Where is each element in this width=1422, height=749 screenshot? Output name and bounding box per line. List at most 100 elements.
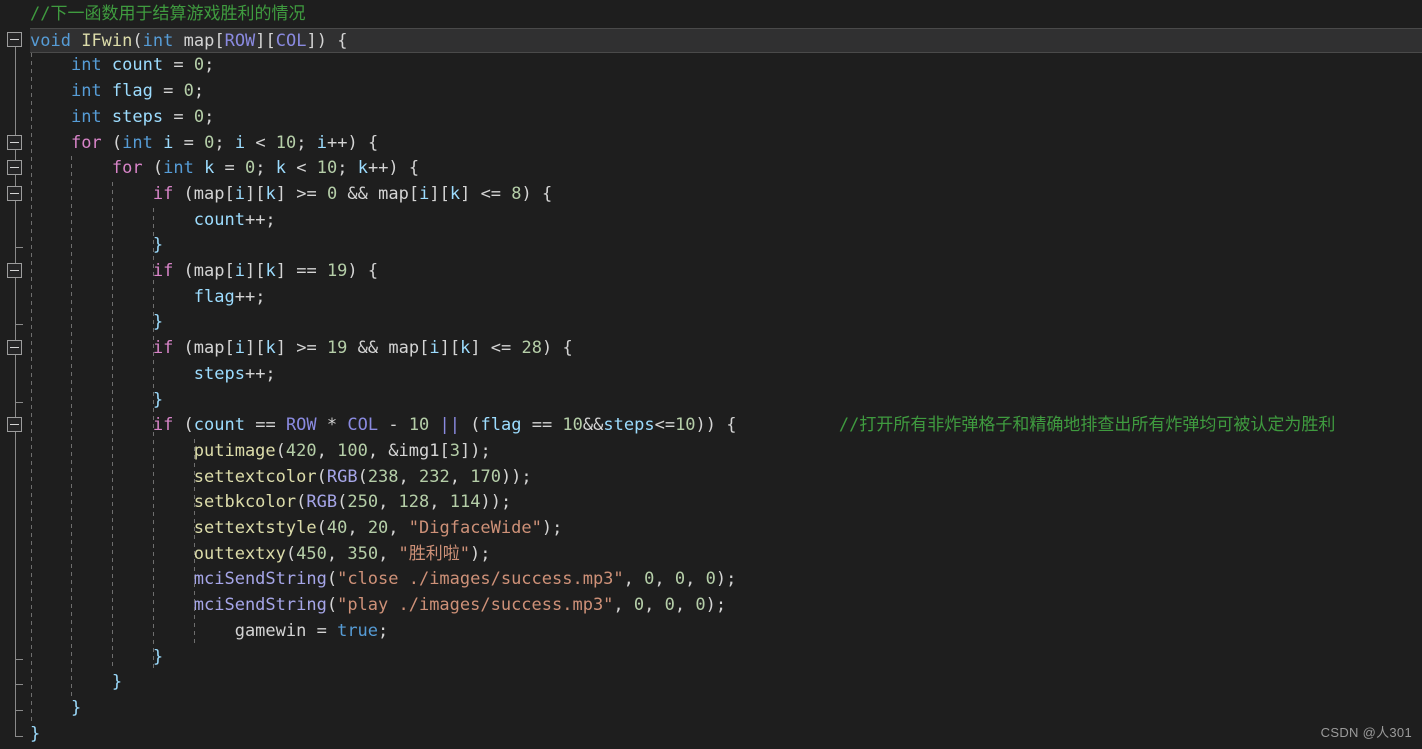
token: = [163,55,194,76]
token: true [337,620,379,641]
token: [ [224,183,235,204]
code-surface[interactable]: //下一函数用于结算游戏胜利的情况 void IFwin(int map[ROW]… [0,0,1422,749]
fold-toggle-line-14[interactable] [7,340,22,356]
code-line-text: if (map[i][k] == 19) { [30,259,378,285]
token: k [275,158,287,179]
token: map [193,183,225,204]
token: == [244,415,286,436]
token: int [70,55,102,76]
token: ( [460,415,481,436]
code-line-text: } [30,310,163,336]
token: if [152,415,174,436]
token: k [357,158,368,179]
indent-guide [152,207,154,671]
fold-toggle-line-7[interactable] [7,160,22,176]
token: } [70,697,82,718]
token: 0 [193,55,205,76]
code-line-2[interactable]: void IFwin(int map[ROW][COL]) { [0,27,1422,54]
token: ; [193,81,205,102]
token: map [183,30,215,51]
token: 170 [470,466,501,487]
token: ++; [234,286,266,307]
token: ++) { [367,158,420,179]
token: ; [204,106,215,127]
token: img1 [398,440,440,461]
token: 0 [633,595,645,616]
fold-end-cap [15,324,23,326]
token: = [306,620,338,641]
token: ( [285,543,297,564]
token: [ [408,183,420,204]
token: RGB [326,466,358,487]
token: < [286,158,317,179]
token: 0 [695,595,706,616]
token: 40 [326,518,348,538]
token: 114 [449,492,481,513]
token: ( [296,492,307,513]
indent-guide [112,181,114,671]
code-line-text: setbkcolor(RGB(250, 128, 114)); [30,490,511,516]
token: ( [337,492,348,513]
fold-toggle-line-8[interactable] [7,185,22,201]
token: , [674,595,696,616]
token: && [582,415,604,436]
token: = [214,158,246,179]
token: COL [275,30,307,51]
token: 350 [347,543,379,564]
token: ( [316,518,327,538]
token: k [265,261,276,281]
token: "close ./images/success.mp3" [337,569,624,590]
token: == [521,415,563,436]
token: , [316,440,338,461]
token: [ [224,261,235,281]
token: ( [173,261,194,281]
token: , [613,595,634,616]
token: i [419,183,430,204]
token: "play ./images/success.mp3" [337,595,614,616]
fold-toggle-line-17[interactable] [7,417,22,433]
code-line-text: int count = 0; [30,53,214,79]
token: ; [214,132,235,153]
indent-guide [30,53,32,722]
token: "DigfaceWide" [408,518,542,538]
fold-toggle-line-6[interactable] [7,134,22,150]
token: = [173,132,205,153]
code-line-text: for (int i = 0; i < 10; i++) { [30,131,378,157]
token: ; [204,55,215,76]
token: ; [378,620,389,641]
token: 0 [674,569,686,590]
token: 0 [326,183,338,204]
fold-end-cap [15,709,23,711]
token: , [654,569,675,590]
token: ][ [429,183,450,204]
token: ][ [255,30,276,51]
token: ]) [306,30,327,51]
fold-end-cap [15,401,23,403]
token: i [163,132,174,153]
token: = [163,106,194,127]
token: ][ [439,338,461,359]
token: map [193,338,225,359]
code-line-text: } [30,388,163,414]
token: 28 [521,338,542,359]
token: COL [347,415,379,436]
token: ( [132,30,143,51]
token: ( [173,183,194,204]
fold-toggle-line-2[interactable] [7,31,22,47]
token: = [152,81,184,102]
token: outtextxy [193,543,286,564]
token: )) { [695,415,737,436]
fold-gutter[interactable] [0,0,30,749]
token: || [439,415,461,436]
fold-toggle-line-11[interactable] [7,263,22,278]
code-editor[interactable]: //下一函数用于结算游戏胜利的情况 void IFwin(int map[ROW]… [0,0,1422,749]
